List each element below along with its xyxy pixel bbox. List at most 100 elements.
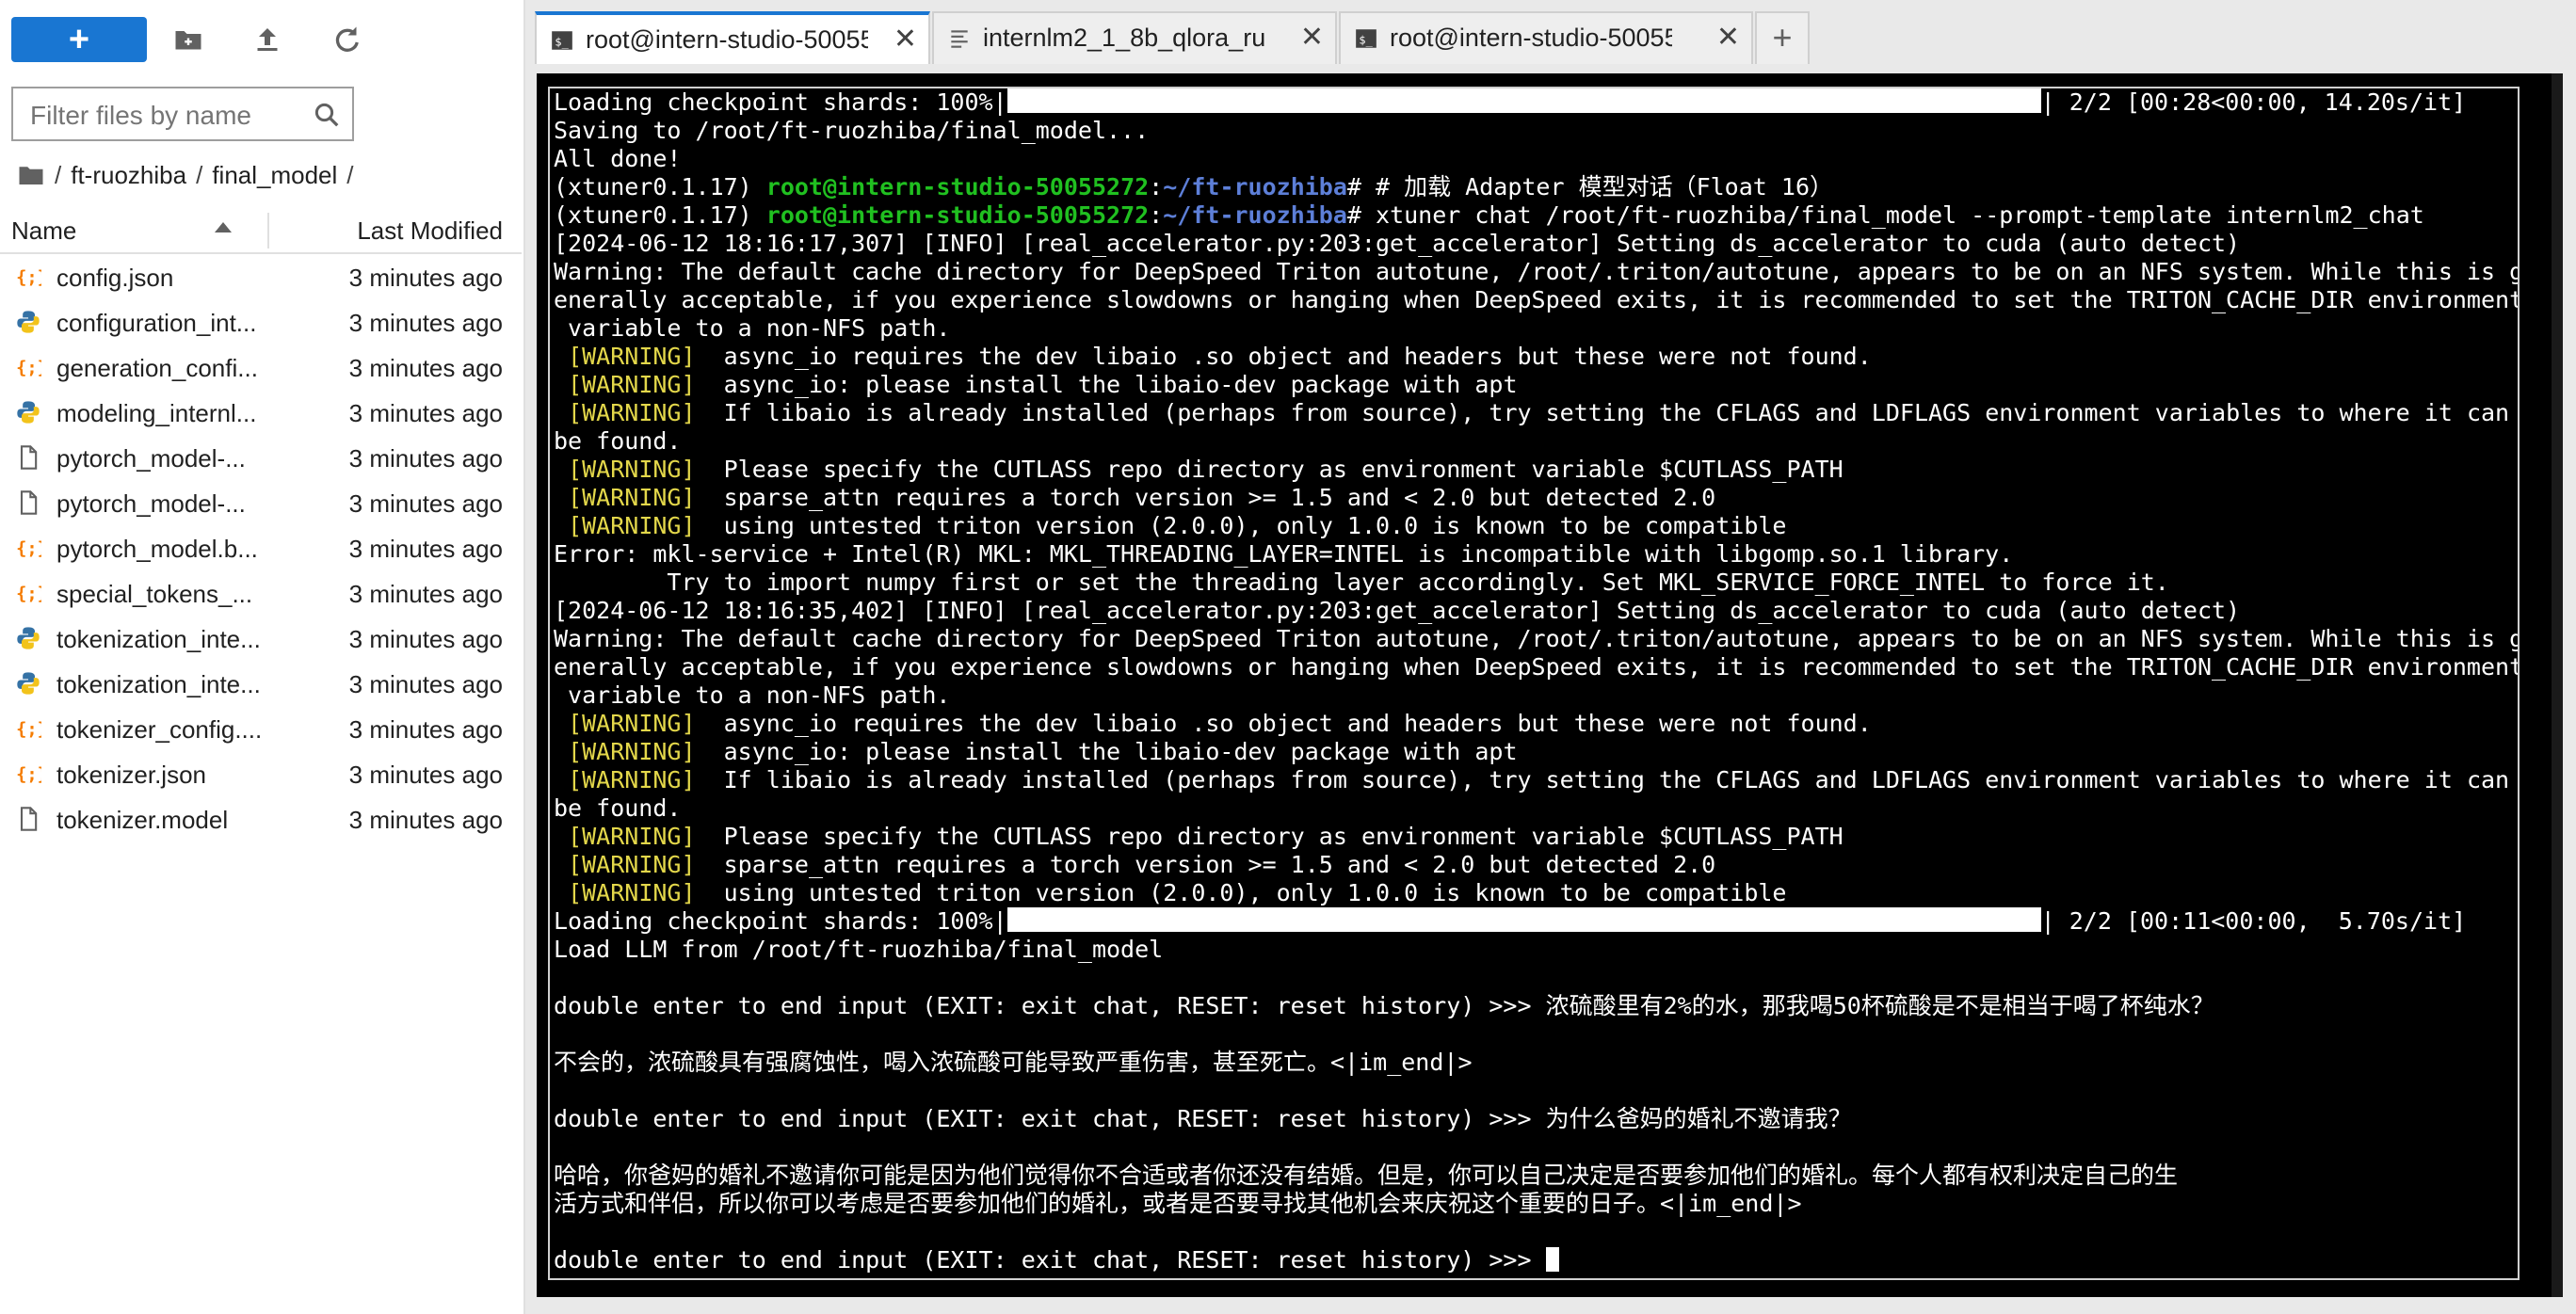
close-icon[interactable]: ✕ [1716, 21, 1740, 54]
warning-text: async_io requires the dev libaio .so obj… [695, 343, 1872, 370]
terminal-panel[interactable]: Loading checkpoint shards: 100%| | 2/2 [0… [537, 73, 2563, 1297]
terminal-icon: $_ [552, 31, 572, 50]
json-icon: {;} [15, 580, 48, 606]
warning-tag: [WARNING] [568, 371, 696, 398]
warning-line: [WARNING] sparse_attn requires a torch v… [554, 851, 2518, 879]
file-modified: 3 minutes ago [348, 670, 503, 698]
file-row[interactable]: tokenization_inte... 3 minutes ago [0, 616, 522, 661]
svg-text:$_: $_ [1359, 33, 1373, 46]
warning-line: [WARNING] Please specify the CUTLASS rep… [554, 823, 2518, 851]
file-row[interactable]: configuration_int... 3 minutes ago [0, 299, 522, 345]
terminal-line: Try to import numpy first or set the thr… [554, 569, 2169, 596]
chat-input-line[interactable]: double enter to end input (EXIT: exit ch… [554, 1246, 2518, 1274]
file-row[interactable]: pytorch_model-... 3 minutes ago [0, 435, 522, 480]
terminal-line: Warning: The default cache directory for… [554, 625, 2518, 652]
warning-text: async_io: please install the libaio-dev … [695, 738, 1518, 765]
file-row[interactable]: {;} generation_confi... 3 minutes ago [0, 345, 522, 390]
tab-config-file[interactable]: internlm2_1_8b_qlora_ruozhiba ✕ [932, 11, 1337, 64]
warning-tag: [WARNING] [568, 456, 696, 483]
text-cursor [1545, 1247, 1559, 1272]
terminal-line: enerally acceptable, if you experience s… [554, 286, 2518, 313]
terminal-line: variable to a non-NFS path. [554, 314, 951, 342]
terminal-line: enerally acceptable, if you experience s… [554, 653, 2518, 681]
file-row[interactable]: pytorch_model-... 3 minutes ago [0, 480, 522, 525]
prompt-user: root@intern-studio-50055272 [765, 173, 1150, 200]
tab-terminal-1[interactable]: $_ root@intern-studio-50055272: ✕ [535, 11, 930, 64]
breadcrumb: / ft-ruozhiba / final_model / [17, 156, 363, 194]
svg-text:{;}: {;} [16, 539, 41, 559]
column-divider[interactable] [267, 213, 269, 248]
json-icon: {;} [15, 264, 48, 290]
close-icon[interactable]: ✕ [894, 23, 917, 56]
file-icon [15, 489, 41, 516]
terminal-scrollbar[interactable] [2552, 73, 2563, 1297]
text-file-icon [951, 30, 968, 48]
refresh-icon[interactable] [330, 23, 363, 56]
tab-label: internlm2_1_8b_qlora_ruozhiba [983, 24, 1265, 52]
search-icon [314, 103, 339, 127]
chat-answer-line: 不会的，浓硫酸具有强腐蚀性，喝入浓硫酸可能导致严重伤害，甚至死亡。<|im_en… [554, 1049, 1473, 1076]
prompt-colon: : [1149, 173, 1164, 200]
command-text: xtuner chat /root/ft-ruozhiba/final_mode… [1376, 201, 2424, 229]
chat-prompt: double enter to end input (EXIT: exit ch… [554, 992, 1546, 1019]
file-modified: 3 minutes ago [348, 264, 503, 292]
chat-question-line: double enter to end input (EXIT: exit ch… [554, 1105, 2518, 1133]
file-row[interactable]: {;} tokenizer_config.... 3 minutes ago [0, 706, 522, 751]
chat-prompt: double enter to end input (EXIT: exit ch… [554, 1246, 1546, 1274]
name-column-header[interactable]: Name [11, 216, 76, 246]
file-row[interactable]: {;} config.json 3 minutes ago [0, 254, 522, 299]
tab-terminal-2[interactable]: $_ root@intern-studio-50055272: ✕ [1339, 11, 1753, 64]
file-row[interactable]: tokenization_inte... 3 minutes ago [0, 661, 522, 706]
prompt-env: (xtuner0.1.17) [554, 201, 766, 229]
upload-icon[interactable] [250, 23, 284, 56]
terminal-line: Warning: The default cache directory for… [554, 258, 2518, 285]
warning-tag: [WARNING] [568, 879, 696, 906]
warning-line: [WARNING] using untested triton version … [554, 879, 2518, 907]
chat-question: 浓硫酸里有2%的水，那我喝50杯硫酸是不是相当于喝了杯纯水？ [1545, 992, 2214, 1019]
close-icon[interactable]: ✕ [1300, 21, 1324, 54]
file-row[interactable]: {;} tokenizer.json 3 minutes ago [0, 751, 522, 796]
warning-line: [WARNING] async_io: please install the l… [554, 371, 2518, 399]
chat-answer-line: 活方式和伴侣，所以你可以考虑是否要参加他们的婚礼，或者是否要寻找其他机会来庆祝这… [554, 1190, 1802, 1217]
last-modified-column-header[interactable]: Last Modified [357, 216, 503, 246]
sort-ascending-icon[interactable] [215, 222, 232, 232]
filter-files-input[interactable] [28, 96, 305, 136]
warning-text: If libaio is already installed (perhaps … [695, 399, 2510, 426]
progress-suffix: | 2/2 [00:11<00:00, 5.70s/it] [2040, 907, 2467, 935]
warning-tag: [WARNING] [568, 766, 696, 793]
breadcrumb-separator: / [196, 160, 203, 189]
warning-line: [WARNING] Please specify the CUTLASS rep… [554, 456, 2518, 484]
progress-line: Loading checkpoint shards: 100%| | 2/2 [0… [554, 907, 2518, 936]
terminal-output[interactable]: Loading checkpoint shards: 100%| | 2/2 [0… [548, 87, 2520, 1280]
breadcrumb-ft-ruozhiba[interactable]: ft-ruozhiba [71, 161, 186, 190]
prompt-line: (xtuner0.1.17) root@intern-studio-500552… [554, 173, 2518, 201]
json-icon: {;} [15, 535, 48, 561]
file-row[interactable]: {;} pytorch_model.b... 3 minutes ago [0, 525, 522, 570]
new-launcher-button[interactable]: + [11, 17, 147, 62]
file-row[interactable]: modeling_internl... 3 minutes ago [0, 390, 522, 435]
file-modified: 3 minutes ago [348, 309, 503, 337]
filter-files-field[interactable] [11, 87, 354, 141]
python-icon [15, 399, 41, 425]
python-icon [15, 670, 41, 697]
file-row[interactable]: tokenizer.model 3 minutes ago [0, 796, 522, 841]
new-folder-icon[interactable] [171, 23, 205, 56]
breadcrumb-final-model[interactable]: final_model [212, 161, 337, 190]
folder-icon[interactable] [17, 161, 45, 189]
warning-text: using untested triton version (2.0.0), o… [695, 879, 1787, 906]
warning-text: sparse_attn requires a torch version >= … [695, 851, 1716, 878]
warning-tag: [WARNING] [568, 399, 696, 426]
terminal-line: [2024-06-12 18:16:17,307] [INFO] [real_a… [554, 230, 2241, 257]
svg-text:{;}: {;} [16, 268, 41, 288]
progress-line: Loading checkpoint shards: 100%| | 2/2 [0… [554, 88, 2518, 117]
warning-text: async_io: please install the libaio-dev … [695, 371, 1518, 398]
add-tab-button[interactable]: + [1755, 11, 1810, 64]
file-name: pytorch_model-... [56, 489, 246, 518]
file-row[interactable]: {;} special_tokens_... 3 minutes ago [0, 570, 522, 616]
tab-bar: $_ root@intern-studio-50055272: ✕ intern… [525, 0, 2576, 64]
file-modified: 3 minutes ago [348, 489, 503, 518]
warning-text: If libaio is already installed (perhaps … [695, 766, 2510, 793]
svg-text:{;}: {;} [16, 720, 41, 740]
terminal-line: Saving to /root/ft-ruozhiba/final_model.… [554, 117, 1150, 144]
warning-text: sparse_attn requires a torch version >= … [695, 484, 1716, 511]
